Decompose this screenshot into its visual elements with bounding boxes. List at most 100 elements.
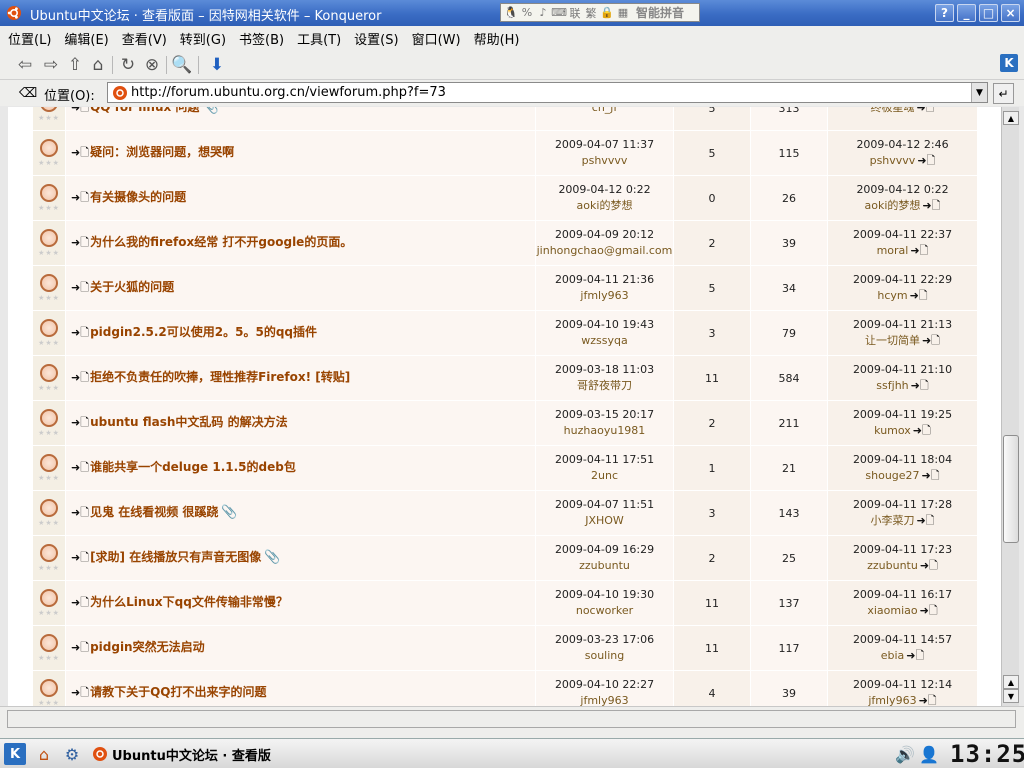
last-post-user[interactable]: jfmly963 xyxy=(868,694,916,706)
last-post-user[interactable]: xiaomiao xyxy=(867,604,917,617)
topic-author[interactable]: jfmly963 xyxy=(536,288,673,304)
minimize-button[interactable]: _ xyxy=(957,4,976,22)
topic-author[interactable]: jfmly963 xyxy=(536,693,673,706)
menu-window[interactable]: 窗口(W) xyxy=(412,29,461,48)
goto-newest-icon[interactable]: ➜🗋 xyxy=(71,641,89,654)
goto-newest-icon[interactable]: ➜🗋 xyxy=(71,506,89,519)
topic-link[interactable]: pidgin2.5.2可以使用2。5。5的qq插件 xyxy=(90,325,317,339)
topic-link[interactable]: 为什么Linux下qq文件传输非常慢？ xyxy=(90,595,288,609)
topic-author[interactable]: pshvvvv xyxy=(536,153,673,169)
goto-newest-icon[interactable]: ➜🗋 xyxy=(71,686,89,699)
input-method-bar[interactable]: 🐧 % ♪ ⌨ 联 繁 🔒 ▦ 智能拼音 xyxy=(500,3,700,22)
last-post-user[interactable]: shouge27 xyxy=(865,469,919,482)
menu-settings[interactable]: 设置(S) xyxy=(354,29,398,48)
ime-input-icon[interactable]: ⌨ xyxy=(551,6,567,20)
ime-fan-toggle[interactable]: 繁 xyxy=(584,6,598,20)
menu-view[interactable]: 查看(V) xyxy=(122,29,167,48)
close-button[interactable]: × xyxy=(1001,4,1020,22)
goto-last-post-icon[interactable]: ➜🗋 xyxy=(916,514,934,527)
scroll-up-icon[interactable]: ▲ xyxy=(1003,675,1019,689)
last-post-user[interactable]: aoki的梦想 xyxy=(865,199,921,212)
topic-link[interactable]: 有关摄像头的问题 xyxy=(90,190,186,204)
topic-link[interactable]: 为什么我的firefox经常 打不开google的页面。 xyxy=(90,235,352,249)
maximize-button[interactable]: □ xyxy=(979,4,998,22)
last-post-user[interactable]: hcym xyxy=(877,289,907,302)
task-konqueror[interactable]: Ubuntu中文论坛 · 查看版 xyxy=(92,742,292,766)
goto-last-post-icon[interactable]: ➜🗋 xyxy=(920,559,938,572)
topic-link[interactable]: 关于火狐的问题 xyxy=(90,280,174,294)
goto-newest-icon[interactable]: ➜🗋 xyxy=(71,461,89,474)
goto-newest-icon[interactable]: ➜🗋 xyxy=(71,596,89,609)
kmenu-icon[interactable]: K xyxy=(4,743,26,765)
forward-icon[interactable]: ⇨ xyxy=(40,54,62,76)
goto-last-post-icon[interactable]: ➜🗋 xyxy=(913,424,931,437)
topic-link[interactable]: 请教下关于QQ打不出来字的问题 xyxy=(90,685,266,699)
network-icon[interactable]: 👤 xyxy=(918,743,940,765)
last-post-user[interactable]: ebia xyxy=(881,649,905,662)
topic-author[interactable]: huzhaoyu1981 xyxy=(536,423,673,439)
topic-author[interactable]: zzubuntu xyxy=(536,558,673,574)
volume-icon[interactable]: 🔊 xyxy=(894,743,916,765)
last-post-user[interactable]: 终极星魂 xyxy=(870,107,914,114)
goto-newest-icon[interactable]: ➜🗋 xyxy=(71,146,89,159)
clear-location-icon[interactable]: ⌫ xyxy=(19,85,37,101)
menu-edit[interactable]: 编辑(E) xyxy=(64,29,108,48)
topic-author[interactable]: wzssyqa xyxy=(536,333,673,349)
keyboard-icon[interactable]: ▦ xyxy=(616,6,630,20)
menu-tools[interactable]: 工具(T) xyxy=(297,29,341,48)
goto-newest-icon[interactable]: ➜🗋 xyxy=(71,236,89,249)
topic-author[interactable]: JXHOW xyxy=(536,513,673,529)
topic-author[interactable]: nocworker xyxy=(536,603,673,619)
last-post-user[interactable]: 让一切简单 xyxy=(865,334,920,347)
goto-last-post-icon[interactable]: ➜🗋 xyxy=(922,199,940,212)
goto-last-post-icon[interactable]: ➜🗋 xyxy=(920,604,938,617)
menu-help[interactable]: 帮助(H) xyxy=(474,29,520,48)
zoom-icon[interactable]: 🔍 xyxy=(171,54,193,76)
topic-link[interactable]: 疑问：浏览器问题，想哭啊 xyxy=(90,145,234,159)
goto-newest-icon[interactable]: ➜🗋 xyxy=(71,326,89,339)
last-post-user[interactable]: kumox xyxy=(874,424,911,437)
topic-link[interactable]: 拒绝不负责任的吹捧，理性推荐Firefox! [转贴] xyxy=(90,370,350,384)
goto-last-post-icon[interactable]: ➜🗋 xyxy=(922,469,940,482)
menu-bookmarks[interactable]: 书签(B) xyxy=(239,29,284,48)
topic-link[interactable]: ubuntu flash中文乱码 的解决方法 xyxy=(90,415,288,429)
ime-lock-icon[interactable]: 🔒 xyxy=(600,6,614,20)
menu-location[interactable]: 位置(L) xyxy=(8,29,51,48)
last-post-user[interactable]: ssfjhh xyxy=(876,379,908,392)
topic-author[interactable]: souling xyxy=(536,648,673,664)
goto-last-post-icon[interactable]: ➜🗋 xyxy=(910,244,928,257)
goto-last-post-icon[interactable]: ➜🗋 xyxy=(911,379,929,392)
url-input[interactable] xyxy=(131,85,971,100)
download-icon[interactable]: ⬇ xyxy=(206,54,228,76)
home-icon[interactable]: ⌂ xyxy=(87,54,109,76)
browser-icon[interactable]: ⚙ xyxy=(61,743,83,765)
goto-newest-icon[interactable]: ➜🗋 xyxy=(71,191,89,204)
help-button[interactable]: ? xyxy=(935,4,954,22)
scrollbar-thumb[interactable] xyxy=(1003,435,1019,543)
go-button[interactable]: ↵ xyxy=(993,83,1014,104)
goto-last-post-icon[interactable]: ➜🗋 xyxy=(922,334,940,347)
last-post-user[interactable]: pshvvvv xyxy=(870,154,916,167)
goto-newest-icon[interactable]: ➜🗋 xyxy=(71,551,89,564)
penguin-icon[interactable]: 🐧 xyxy=(504,6,518,20)
window-titlebar[interactable]: Ubuntu中文论坛 · 查看版面 – 因特网相关软件 – Konqueror … xyxy=(0,0,1024,26)
stop-icon[interactable]: ⊗ xyxy=(141,54,163,76)
ime-lian-toggle[interactable]: 联 xyxy=(568,6,582,20)
topic-link[interactable]: 谁能共享一个deluge 1.1.5的deb包 xyxy=(90,460,296,474)
topic-link[interactable]: [求助] 在线播放只有声音无图像 xyxy=(90,550,261,564)
back-icon[interactable]: ⇦ xyxy=(14,54,36,76)
menu-go[interactable]: 转到(G) xyxy=(180,29,226,48)
goto-newest-icon[interactable]: ➜🗋 xyxy=(71,371,89,384)
goto-newest-icon[interactable]: ➜🗋 xyxy=(71,416,89,429)
reload-icon[interactable]: ↻ xyxy=(117,54,139,76)
goto-last-post-icon[interactable]: ➜🗋 xyxy=(917,154,935,167)
goto-last-post-icon[interactable]: ➜🗋 xyxy=(906,649,924,662)
last-post-user[interactable]: moral xyxy=(877,244,909,257)
goto-newest-icon[interactable]: ➜🗋 xyxy=(71,281,89,294)
url-field[interactable]: ▼ xyxy=(107,82,988,103)
topic-link[interactable]: QQ for linux 问题 xyxy=(90,107,199,114)
last-post-user[interactable]: 小李菜刀 xyxy=(870,514,914,527)
topic-author[interactable]: ch_jf xyxy=(536,107,673,116)
scroll-down-icon[interactable]: ▼ xyxy=(1003,689,1019,703)
ime-punct-icon[interactable]: ♪ xyxy=(536,6,550,20)
